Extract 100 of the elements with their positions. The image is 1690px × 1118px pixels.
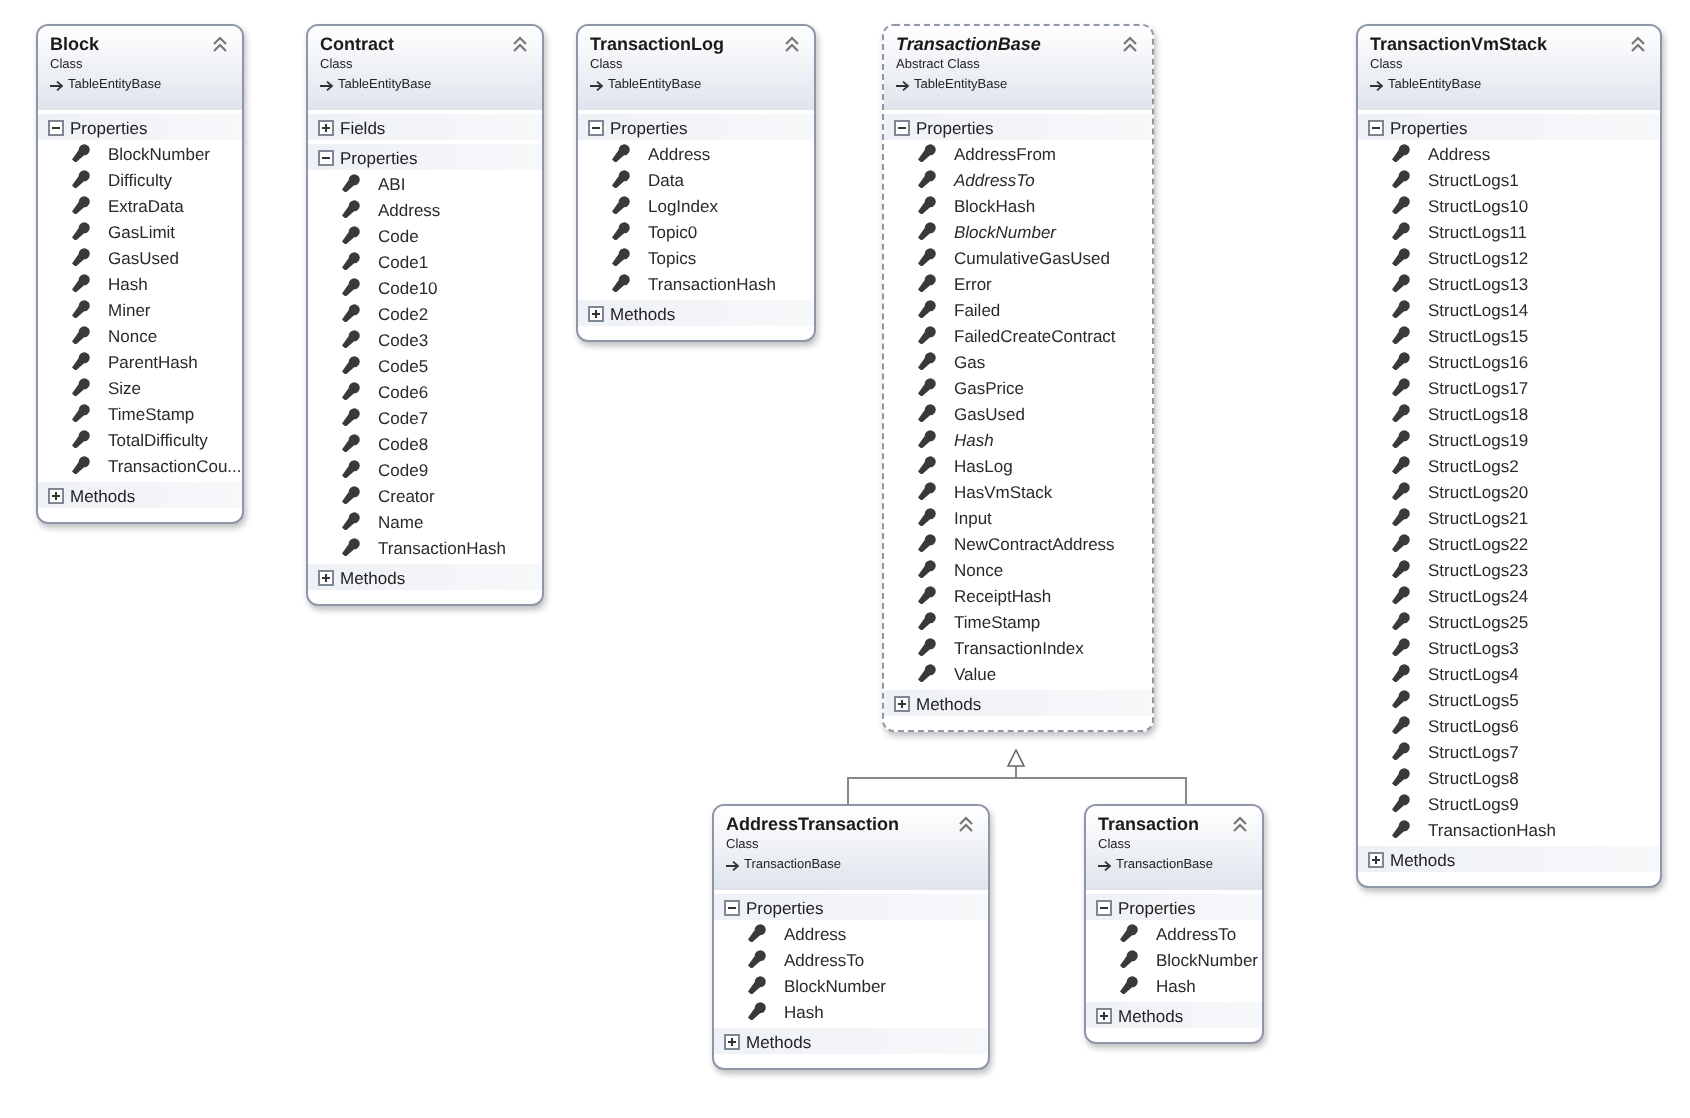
expand-icon[interactable] [724, 1033, 740, 1049]
property-name[interactable]: Code3 [378, 329, 429, 349]
class-shape[interactable] [1356, 24, 1662, 888]
collapse-icon[interactable] [318, 149, 334, 165]
property-name[interactable]: ReceiptHash [954, 585, 1052, 605]
property-name[interactable]: AddressFrom [954, 143, 1057, 163]
property-name[interactable]: TransactionHash [378, 537, 506, 557]
property-name[interactable]: ParentHash [108, 351, 198, 371]
property-name[interactable]: StructLogs8 [1428, 767, 1519, 787]
property-name[interactable]: Address [1428, 143, 1491, 163]
property-name[interactable]: Hash [108, 273, 148, 293]
collapse-icon[interactable] [48, 119, 64, 135]
property-name[interactable]: Code7 [378, 407, 429, 427]
property-name[interactable]: StructLogs22 [1428, 533, 1529, 553]
property-name[interactable]: StructLogs24 [1428, 585, 1529, 605]
property-name[interactable]: GasPrice [954, 377, 1024, 397]
property-name[interactable]: Error [954, 273, 992, 293]
property-name[interactable]: Hash [1156, 975, 1196, 995]
compartment-header[interactable]: Methods [1358, 846, 1660, 872]
property-name[interactable]: HasLog [954, 455, 1013, 475]
expand-icon[interactable] [48, 487, 64, 503]
property-name[interactable]: FailedCreateContract [954, 325, 1116, 345]
property-name[interactable]: Gas [954, 351, 986, 371]
property-name[interactable]: StructLogs4 [1428, 663, 1519, 683]
property-name[interactable]: StructLogs15 [1428, 325, 1529, 345]
compartment-header[interactable]: Methods [38, 482, 242, 508]
property-name[interactable]: BlockNumber [954, 221, 1057, 241]
collapse-chevron-icon[interactable] [958, 816, 974, 832]
compartment-header[interactable]: Properties [38, 114, 242, 140]
property-name[interactable]: GasUsed [954, 403, 1025, 423]
property-name[interactable]: StructLogs19 [1428, 429, 1529, 449]
property-name[interactable]: ABI [378, 173, 406, 193]
property-name[interactable]: AddressTo [1156, 923, 1237, 943]
property-name[interactable]: CumulativeGasUsed [954, 247, 1110, 267]
property-name[interactable]: Miner [108, 299, 151, 319]
property-name[interactable]: StructLogs1 [1428, 169, 1519, 189]
expand-icon[interactable] [588, 305, 604, 321]
compartment-header[interactable]: Methods [308, 564, 542, 590]
property-name[interactable]: StructLogs18 [1428, 403, 1529, 423]
property-name[interactable]: StructLogs12 [1428, 247, 1529, 267]
compartment-header[interactable]: Fields [308, 114, 542, 140]
compartment-header[interactable]: Properties [1358, 114, 1660, 140]
property-name[interactable]: BlockNumber [108, 143, 211, 163]
expand-icon[interactable] [318, 119, 334, 135]
compartment-header[interactable]: Properties [884, 114, 1152, 140]
compartment-header[interactable]: Properties [308, 144, 542, 170]
property-name[interactable]: TransactionHash [1428, 819, 1556, 839]
property-name[interactable]: Name [378, 511, 424, 531]
property-name[interactable]: LogIndex [648, 195, 718, 215]
property-name[interactable]: Address [648, 143, 711, 163]
property-name[interactable]: StructLogs11 [1428, 221, 1527, 241]
expand-icon[interactable] [894, 695, 910, 711]
compartment-header[interactable]: Methods [714, 1028, 988, 1054]
collapse-icon[interactable] [1368, 119, 1384, 135]
property-name[interactable]: StructLogs14 [1428, 299, 1529, 319]
expand-icon[interactable] [1368, 851, 1384, 867]
collapse-icon[interactable] [588, 119, 604, 135]
collapse-chevron-icon[interactable] [1122, 36, 1138, 52]
property-name[interactable]: HasVmStack [954, 481, 1053, 501]
property-name[interactable]: GasLimit [108, 221, 176, 241]
property-name[interactable]: Failed [954, 299, 1001, 319]
property-name[interactable]: Topic0 [648, 221, 698, 241]
property-name[interactable]: Value [954, 663, 997, 683]
property-name[interactable]: Size [108, 377, 142, 397]
compartment-header[interactable]: Properties [714, 894, 988, 920]
property-name[interactable]: AddressTo [784, 949, 865, 969]
property-name[interactable]: Address [784, 923, 847, 943]
property-name[interactable]: Creator [378, 485, 435, 505]
property-name[interactable]: Hash [784, 1001, 824, 1021]
property-name[interactable]: StructLogs5 [1428, 689, 1519, 709]
property-name[interactable]: Nonce [954, 559, 1004, 579]
property-name[interactable]: Code6 [378, 381, 429, 401]
collapse-chevron-icon[interactable] [1630, 36, 1646, 52]
compartment-header[interactable]: Methods [884, 690, 1152, 716]
property-name[interactable]: GasUsed [108, 247, 179, 267]
property-name[interactable]: AddressTo [954, 169, 1035, 189]
property-name[interactable]: NewContractAddress [954, 533, 1115, 553]
property-name[interactable]: StructLogs20 [1428, 481, 1529, 501]
property-name[interactable]: StructLogs23 [1428, 559, 1529, 579]
property-name[interactable]: TotalDifficulty [108, 429, 208, 449]
property-name[interactable]: BlockNumber [784, 975, 887, 995]
expand-icon[interactable] [318, 569, 334, 585]
collapse-chevron-icon[interactable] [784, 36, 800, 52]
collapse-chevron-icon[interactable] [512, 36, 528, 52]
property-name[interactable]: StructLogs25 [1428, 611, 1529, 631]
property-name[interactable]: Topics [648, 247, 697, 267]
property-name[interactable]: Code2 [378, 303, 429, 323]
property-name[interactable]: BlockHash [954, 195, 1036, 215]
property-name[interactable]: Code9 [378, 459, 429, 479]
expand-icon[interactable] [1096, 1007, 1112, 1023]
property-name[interactable]: StructLogs16 [1428, 351, 1529, 371]
property-name[interactable]: Code1 [378, 251, 429, 271]
compartment-header[interactable]: Methods [578, 300, 814, 326]
class-shape[interactable] [882, 24, 1154, 732]
property-name[interactable]: ExtraData [108, 195, 184, 215]
compartment-header[interactable]: Properties [1086, 894, 1262, 920]
collapse-icon[interactable] [1096, 899, 1112, 915]
property-name[interactable]: Data [648, 169, 684, 189]
property-name[interactable]: TimeStamp [954, 611, 1041, 631]
property-name[interactable]: Code [378, 225, 419, 245]
